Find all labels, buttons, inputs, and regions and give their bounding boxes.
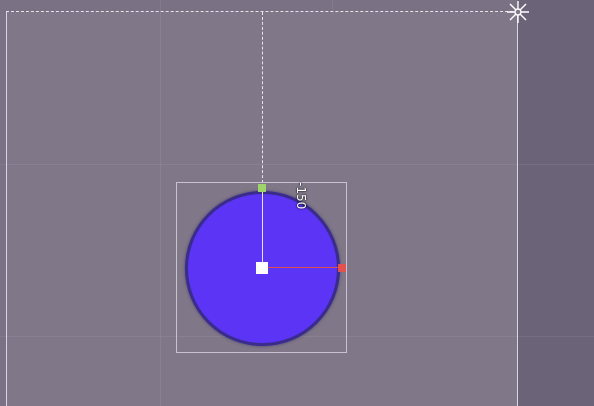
origin-handle[interactable] bbox=[256, 262, 268, 274]
editor-viewport[interactable]: -150 bbox=[0, 0, 594, 406]
outside-scene-area bbox=[518, 0, 594, 406]
rotation-readout: -150 bbox=[294, 182, 308, 210]
x-axis-gizmo-line bbox=[262, 267, 342, 268]
x-axis-handle[interactable] bbox=[338, 264, 346, 272]
pivot-star-icon[interactable] bbox=[506, 0, 530, 24]
rotation-handle[interactable] bbox=[258, 184, 266, 192]
rotation-gizmo-line bbox=[262, 188, 263, 268]
vertical-guide-line bbox=[262, 12, 263, 188]
